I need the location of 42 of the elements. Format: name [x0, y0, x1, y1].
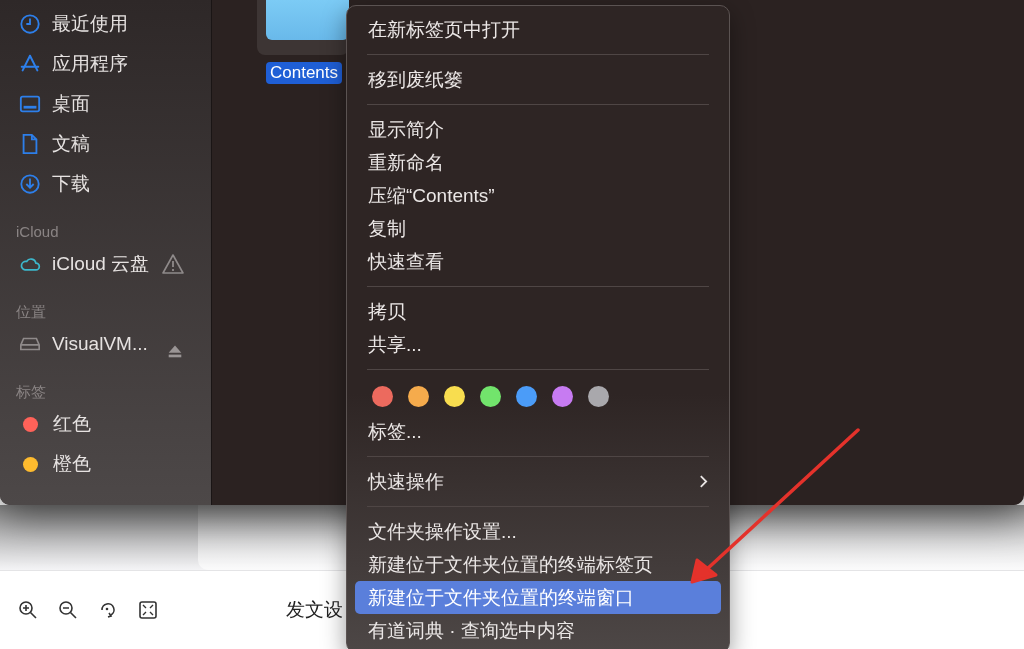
folder-icon[interactable] — [266, 0, 349, 40]
sidebar-item[interactable]: 下载 — [52, 171, 90, 197]
menu-item[interactable]: 快速操作 — [355, 465, 721, 498]
chevron-right-icon — [699, 474, 708, 489]
sidebar-section-title: iCloud — [15, 222, 60, 242]
tag-color-dot[interactable] — [480, 386, 501, 407]
menu-item[interactable]: 文件夹操作设置... — [355, 515, 721, 548]
tag-color-dot[interactable] — [516, 386, 537, 407]
page-heading: 发文设 — [286, 598, 343, 622]
tag-color-dot[interactable] — [444, 386, 465, 407]
sidebar-item[interactable]: 红色 — [53, 411, 91, 437]
menu-item[interactable]: 有道词典 · 查询选中内容 — [355, 614, 721, 647]
menu-item[interactable]: 标签... — [355, 415, 721, 448]
sidebar-item[interactable]: 桌面 — [52, 91, 90, 117]
menu-item[interactable]: 新建位于文件夹位置的终端标签页 — [355, 548, 721, 581]
menu-item[interactable]: 压缩“Contents” — [355, 179, 721, 212]
tag-color-dot[interactable] — [408, 386, 429, 407]
sidebar-item[interactable]: 文稿 — [52, 131, 90, 157]
tag-color-dot[interactable] — [552, 386, 573, 407]
menu-item[interactable]: 新建位于文件夹位置的终端窗口 — [355, 581, 721, 614]
desktop-icon — [19, 93, 41, 115]
menu-item[interactable]: 拷贝 — [355, 295, 721, 328]
menu-item[interactable]: 在新标签页中打开 — [355, 13, 721, 46]
menu-item[interactable]: 移到废纸篓 — [355, 63, 721, 96]
sidebar-section-title: 标签 — [15, 382, 47, 402]
sidebar-item[interactable]: 应用程序 — [52, 51, 128, 77]
tag-color-dot[interactable] — [588, 386, 609, 407]
menu-item[interactable]: 重新命名 — [355, 146, 721, 179]
sidebar-item[interactable]: 橙色 — [53, 451, 91, 477]
sidebar-item[interactable]: 最近使用 — [52, 11, 128, 37]
menu-item[interactable]: 复制 — [355, 212, 721, 245]
file-name[interactable]: Contents — [266, 62, 343, 84]
menu-item[interactable]: 显示简介 — [355, 113, 721, 146]
download-icon — [19, 173, 41, 195]
sidebar-item[interactable]: iCloud 云盘 — [52, 251, 150, 277]
warning-icon — [161, 252, 186, 276]
menu-item[interactable]: 共享... — [355, 328, 721, 361]
clock-icon — [19, 13, 41, 35]
sidebar-section-title: 位置 — [15, 302, 47, 322]
tag-color-dot[interactable] — [372, 386, 393, 407]
menu-item[interactable]: 快速查看 — [355, 245, 721, 278]
sidebar-item[interactable]: VisualVM... — [52, 333, 148, 355]
